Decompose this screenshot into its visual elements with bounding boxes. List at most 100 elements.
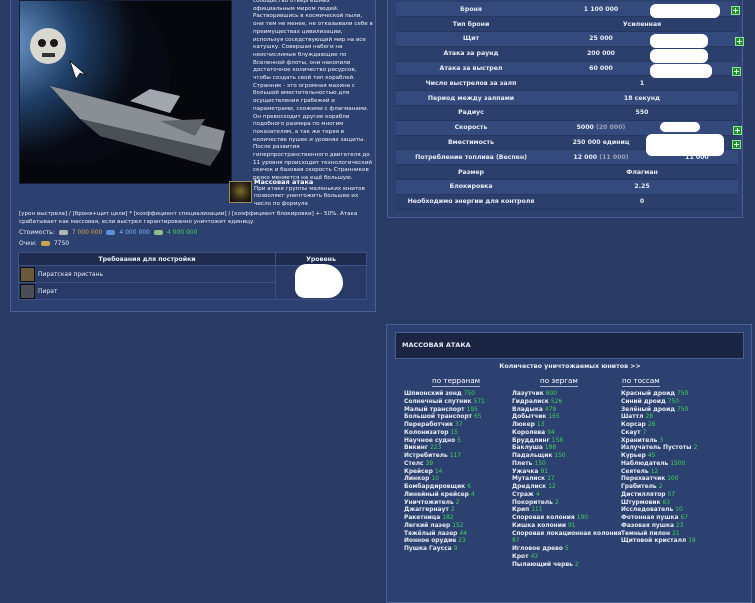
- upgrade-armor-button[interactable]: +: [731, 6, 740, 15]
- list-item: Гидралиск 526: [512, 399, 622, 407]
- unit-name: Кишка колонии: [512, 522, 566, 529]
- mass-attack-panel: МАССОВАЯ АТАКА Количество уничтожаемых ю…: [386, 324, 752, 603]
- unit-count: 800: [545, 391, 558, 397]
- ability-text: При атаке группы маленьких юнитов позвол…: [254, 186, 365, 207]
- cost-deut: 4 000 000: [166, 229, 198, 236]
- unit-name: Наблюдатель: [621, 460, 669, 467]
- pirate-thumb-icon: [20, 283, 35, 299]
- unit-name: Синий дроид: [621, 398, 666, 405]
- list-item: Перехватчик 100: [621, 476, 741, 484]
- upgrade-shield-button[interactable]: +: [735, 37, 744, 46]
- list-item: Игловое древо 5: [512, 546, 622, 554]
- list-item: Крип 111: [512, 507, 622, 515]
- unit-name: Малый транспорт: [404, 406, 465, 413]
- unit-count: 2: [658, 484, 663, 490]
- deuterium-icon: [153, 230, 163, 235]
- unit-name: Колонизатор: [404, 429, 449, 436]
- list-item: Шпионский зонд 750: [404, 391, 514, 399]
- list-item: Щитовой кристалл 19: [621, 538, 741, 546]
- column-header-zerg: по зергам: [540, 376, 578, 387]
- unit-name: Джаггернаут: [404, 507, 449, 514]
- list-item: Тяжёлый лазер 44: [404, 531, 514, 539]
- unit-count: 10: [675, 507, 683, 514]
- score-row: Очки: 7750: [19, 240, 69, 247]
- upgrade-speed-button[interactable]: +: [733, 126, 742, 135]
- metal-icon: [58, 230, 68, 235]
- unit-count: 10: [431, 476, 439, 483]
- ship-description: сообщество отверги­шных официальным миро…: [253, 0, 373, 182]
- unit-count: 165: [548, 414, 560, 421]
- list-item: Шаттл 28: [621, 414, 741, 422]
- unit-count: 188: [544, 445, 557, 452]
- unit-name: Тяжёлый лазер: [404, 530, 458, 537]
- unit-count: 117: [449, 453, 462, 459]
- crystal-icon: [106, 230, 116, 235]
- unit-name: Легкий лазер: [404, 522, 451, 529]
- redaction-blob: [650, 34, 708, 48]
- list-item: Излучатель Пустоты 2: [621, 445, 741, 453]
- list-item: Споровая локационная колония 87: [512, 531, 622, 547]
- list-item: Добытчик 165: [512, 414, 622, 422]
- cost-label: Стоимость:: [19, 229, 55, 236]
- unit-name: Штурмовик: [621, 499, 661, 506]
- list-item: Джаггернаут 2: [404, 507, 514, 515]
- unit-name: Покоритель: [512, 499, 553, 506]
- unit-count: 2: [574, 561, 579, 568]
- upgrade-attack-button[interactable]: +: [732, 67, 741, 76]
- unit-name: Фазовая пушка: [621, 522, 674, 529]
- list-item: Колонизатор 15: [404, 430, 514, 438]
- list-item: Большой транспорт 65: [404, 414, 514, 422]
- unit-name: Ионное орудие: [404, 538, 457, 545]
- unit-count: 100: [667, 476, 679, 483]
- req-name: Пиратская пристань: [38, 270, 104, 278]
- unit-name: Зелёный дроид: [621, 406, 675, 413]
- unit-name: Скаут: [621, 429, 641, 436]
- list-item: Пушка Гаусса 9: [404, 546, 514, 554]
- stat-row: Радиус 550: [396, 105, 738, 121]
- req-header: Требования для постройки: [18, 252, 276, 266]
- unit-count: 190: [576, 515, 588, 521]
- unit-name: Перехватчик: [621, 476, 666, 483]
- list-item: Легкий лазер 152: [404, 523, 514, 531]
- unit-count: 526: [550, 398, 563, 405]
- redaction-blob: [650, 4, 720, 18]
- unit-name: Бруддлинг: [512, 437, 550, 444]
- unit-name: Ужачка: [512, 468, 539, 475]
- list-item: Викинг 223: [404, 445, 514, 453]
- unit-name: Крейсер: [404, 468, 433, 475]
- list-item: Солнечный спутник 571: [404, 399, 514, 407]
- unit-name: Красный дроид: [621, 391, 675, 397]
- unit-name: Уничтожитель: [404, 499, 454, 506]
- unit-count: 91: [568, 522, 576, 529]
- unit-name: Плеть: [512, 460, 533, 467]
- list-item: Стелс 39: [404, 461, 514, 469]
- unit-name: Гидралиск: [512, 398, 549, 405]
- score-icon: [40, 241, 50, 246]
- unit-count: 2: [450, 507, 455, 514]
- unit-count: 12: [650, 468, 659, 475]
- unit-count: 91: [540, 468, 548, 475]
- list-item: Наблюдатель 1500: [621, 461, 741, 469]
- list-item: Переработчик 37: [404, 422, 514, 430]
- unit-name: Пылающий червь: [512, 561, 573, 568]
- list-item: Фотонная пушка 67: [621, 515, 741, 523]
- list-item: Крот 43: [512, 554, 622, 562]
- cost-metal: 7 000 000: [71, 229, 103, 236]
- unit-count: 2: [455, 499, 460, 506]
- unit-name: Споровая локационная колония: [512, 530, 622, 537]
- unit-count: 2: [693, 445, 698, 452]
- unit-name: Стелс: [404, 460, 424, 467]
- list-item: Дистиллятор 57: [621, 492, 741, 500]
- list-item: Линейный крейсер 4: [404, 492, 514, 500]
- list-item: Баклуша 188: [512, 445, 622, 453]
- list-item: Линкор 10: [404, 476, 514, 484]
- unit-count: 13: [536, 422, 545, 428]
- unit-count: 17: [547, 476, 555, 483]
- unit-name: Темный пилон: [621, 530, 671, 537]
- upgrade-capacity-button[interactable]: +: [732, 140, 741, 149]
- unit-name: Ракетница: [404, 515, 441, 521]
- list-item: Дредлиск 12: [512, 484, 622, 492]
- mass-attack-icon: [229, 181, 252, 203]
- list-item: Хранитель 3: [621, 438, 741, 446]
- unit-name: Линкор: [404, 476, 430, 483]
